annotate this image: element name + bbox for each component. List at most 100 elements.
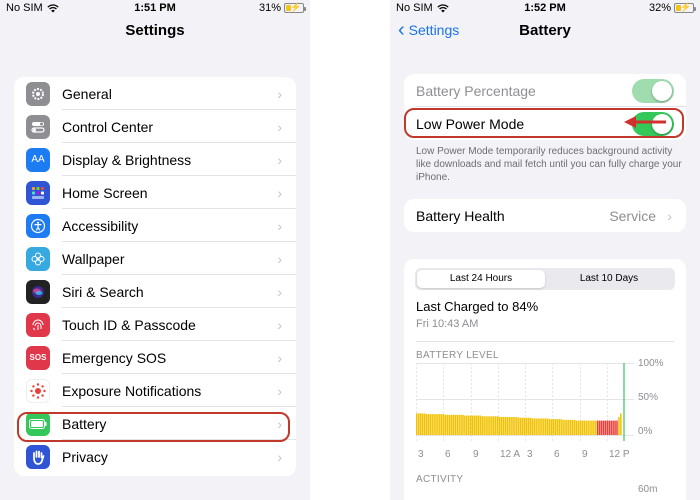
fingerprint-icon [26, 312, 50, 337]
battery-level-bar [477, 415, 480, 435]
settings-item-exposure-notifications[interactable]: Exposure Notifications › [14, 374, 296, 407]
y-tick-label: 100% [638, 358, 664, 369]
battery-level-bar [595, 420, 597, 435]
battery-level-bar [419, 413, 422, 435]
battery-level-bar [571, 419, 574, 435]
chevron-right-icon: › [277, 448, 282, 465]
battery-percent: 32% [648, 2, 671, 14]
battery-level-bar [442, 414, 445, 435]
battery-level-bar [502, 417, 505, 435]
battery-level-bar [606, 420, 609, 435]
chevron-right-icon: › [277, 349, 282, 366]
battery-level-bar [489, 416, 491, 435]
battery-level-bar [450, 414, 453, 435]
battery-level-bar [519, 417, 522, 435]
hand-icon [26, 444, 50, 469]
chevron-right-icon: › [277, 382, 282, 399]
status-bar: No SIM 1:51 PM 31% ⚡ [0, 0, 310, 16]
battery-health-value: Service [609, 207, 656, 224]
battery-level-bar [564, 419, 566, 435]
battery-percentage-toggle[interactable] [632, 78, 674, 103]
battery-level-bar [437, 414, 439, 435]
battery-level-bar [508, 417, 510, 435]
battery-level-bar [593, 420, 595, 435]
battery-level-bar [464, 415, 466, 435]
activity-heading: ACTIVITY [416, 474, 464, 485]
settings-item-label: Siri & Search [62, 283, 144, 300]
settings-item-touch-id[interactable]: Touch ID & Passcode › [14, 308, 296, 341]
battery-level-bar [577, 420, 580, 435]
battery-level-bar [527, 417, 530, 435]
battery-level-bar [608, 420, 611, 435]
chevron-right-icon: › [277, 316, 282, 333]
battery-level-bar [581, 420, 584, 435]
settings-item-label: Home Screen [62, 184, 148, 201]
battery-health-row[interactable]: Battery Health Service › [404, 199, 686, 232]
battery-level-bar [579, 420, 582, 435]
battery-level-bar [556, 419, 559, 435]
settings-item-display-brightness[interactable]: AA Display & Brightness › [14, 143, 296, 176]
page-title: Settings [125, 22, 185, 39]
x-tick-label: 3 [527, 449, 533, 460]
battery-level-bar [531, 418, 534, 435]
battery-level-bar [504, 417, 507, 435]
battery-level-bar [550, 419, 553, 435]
battery-level-bar [423, 413, 426, 435]
battery-level-bar [598, 420, 601, 435]
settings-item-general[interactable]: General › [14, 77, 296, 110]
settings-item-label: Privacy [62, 448, 108, 465]
battery-level-bar [439, 414, 441, 435]
battery-level-bar [475, 415, 478, 435]
battery-level-bar [566, 419, 568, 435]
battery-level-bar [485, 416, 487, 435]
x-tick-label: 9 [582, 449, 588, 460]
battery-level-bar [493, 416, 495, 435]
battery-level-bar [618, 417, 620, 435]
x-tick-label: 6 [554, 449, 560, 460]
sos-icon: SOS [26, 345, 50, 370]
battery-level-bar [568, 419, 570, 435]
segment-last-24-hours[interactable]: Last 24 Hours [417, 270, 545, 288]
battery-level-bar [467, 415, 470, 435]
settings-item-privacy[interactable]: Privacy › [14, 440, 296, 473]
segment-last-10-days[interactable]: Last 10 Days [545, 270, 673, 288]
battery-level-bar [546, 418, 549, 435]
battery-status-icon: ⚡ [284, 2, 306, 13]
battery-health-group: Battery Health Service › [404, 199, 686, 232]
battery-percentage-row: Battery Percentage [404, 74, 686, 107]
battery-level-bar [473, 415, 476, 435]
x-tick-label: 9 [473, 449, 479, 460]
exposure-icon [26, 378, 50, 403]
settings-item-siri-search[interactable]: Siri & Search › [14, 275, 296, 308]
battery-level-bar [533, 418, 535, 435]
arrow-left-icon [624, 116, 666, 128]
battery-level-bar [456, 414, 458, 435]
settings-item-emergency-sos[interactable]: SOS Emergency SOS › [14, 341, 296, 374]
panel-divider [310, 0, 390, 500]
settings-item-home-screen[interactable]: Home Screen › [14, 176, 296, 209]
text-size-icon: AA [26, 147, 50, 172]
status-bar: No SIM 1:52 PM 32% ⚡ [390, 0, 700, 16]
chevron-right-icon: › [277, 283, 282, 300]
battery-level-bar [466, 415, 468, 435]
battery-level-bar [514, 417, 516, 435]
settings-item-control-center[interactable]: Control Center › [14, 110, 296, 143]
battery-level-bar [416, 413, 418, 435]
settings-item-label: Wallpaper [62, 250, 125, 267]
battery-level-bar [498, 417, 501, 435]
battery-level-bar [448, 414, 451, 435]
siri-icon [26, 279, 50, 304]
last-charged-time: Fri 10:43 AM [416, 318, 479, 330]
battery-level-bar [583, 420, 586, 435]
settings-item-accessibility[interactable]: Accessibility › [14, 209, 296, 242]
x-tick-label: 6 [445, 449, 451, 460]
battery-level-bar [591, 420, 593, 435]
battery-level-bar [529, 417, 532, 435]
settings-item-wallpaper[interactable]: Wallpaper › [14, 242, 296, 275]
battery-level-bar [421, 413, 424, 435]
settings-item-label: Touch ID & Passcode [62, 316, 196, 333]
battery-level-bar [535, 418, 537, 435]
battery-level-bar [460, 414, 462, 435]
battery-level-bar [612, 420, 614, 435]
battery-level-bar [483, 416, 485, 435]
